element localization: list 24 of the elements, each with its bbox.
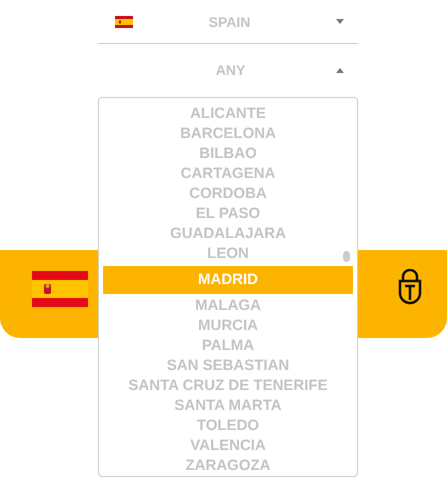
lock-icon bbox=[398, 269, 422, 305]
city-option[interactable]: MADRID bbox=[103, 266, 353, 294]
city-option[interactable]: SAN SEBASTIAN bbox=[103, 356, 353, 376]
city-option[interactable]: MALAGA bbox=[103, 296, 353, 316]
caret-icon bbox=[336, 68, 344, 72]
city-option[interactable]: BARCELONA bbox=[103, 124, 353, 144]
city-option[interactable]: MURCIA bbox=[103, 316, 353, 336]
city-option[interactable]: BILBAO bbox=[103, 144, 353, 164]
city-option[interactable]: ZARAGOZA bbox=[103, 456, 353, 476]
caret-icon bbox=[336, 19, 344, 24]
city-option[interactable]: EL PASO bbox=[103, 204, 353, 224]
city-option[interactable]: TOLEDO bbox=[103, 416, 353, 436]
city-option[interactable]: SANTA MARTA bbox=[103, 396, 353, 416]
city-option[interactable]: ALICANTE bbox=[103, 104, 353, 124]
city-option[interactable]: PALMA bbox=[103, 336, 353, 356]
city-option[interactable]: CARTAGENA bbox=[103, 164, 353, 184]
spain-flag-icon bbox=[32, 271, 88, 307]
city-option[interactable]: SANTA CRUZ DE TENERIFE bbox=[103, 376, 353, 396]
city-option[interactable]: LEON bbox=[103, 244, 353, 264]
scrollbar-thumb[interactable] bbox=[343, 251, 350, 262]
city-option[interactable]: GUADALAJARA bbox=[103, 224, 353, 244]
spain-flag-icon bbox=[115, 16, 133, 28]
city-option[interactable]: CORDOBA bbox=[103, 184, 353, 204]
city-option[interactable]: VALENCIA bbox=[103, 436, 353, 456]
